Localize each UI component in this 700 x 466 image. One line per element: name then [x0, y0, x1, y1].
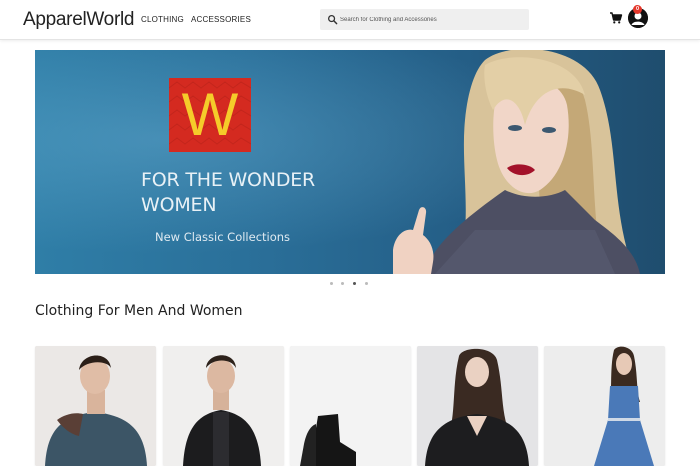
carousel-dot-active[interactable] [353, 282, 356, 285]
search-input[interactable] [340, 12, 524, 27]
nav-accessories[interactable]: ACCESSORIES [191, 15, 251, 24]
cart-count-badge: 0 [633, 5, 642, 14]
men-jacket-image [163, 346, 284, 466]
carousel-dot[interactable] [330, 282, 333, 285]
women-denim-dress-image [544, 346, 665, 466]
nav-clothing[interactable]: CLOTHING [141, 15, 184, 24]
hero-banner[interactable]: W FOR THE WONDER WOMEN New Classic Colle… [35, 50, 665, 274]
section-title: Clothing For Men And Women [35, 303, 243, 319]
shopping-cart-icon[interactable] [609, 11, 623, 25]
carousel-dot[interactable] [341, 282, 344, 285]
banner-title: FOR THE WONDER WOMEN [141, 169, 316, 216]
search-bar[interactable] [320, 9, 529, 30]
product-card-men-jacket[interactable] [163, 346, 284, 466]
wonder-w-logo: W [169, 78, 251, 152]
product-card-women-leather-jacket[interactable] [417, 346, 538, 466]
men-sweater-image [35, 346, 156, 466]
product-card-women-denim-dress[interactable] [544, 346, 665, 466]
search-icon[interactable] [327, 14, 338, 25]
product-card-boots[interactable] [290, 346, 411, 466]
women-leather-jacket-image [417, 346, 538, 466]
banner-model-image [393, 50, 640, 274]
carousel-dot[interactable] [365, 282, 368, 285]
top-navbar: ApparelWorld CLOTHING ACCESSORIES 0 [0, 0, 700, 40]
product-card-men-sweater[interactable] [35, 346, 156, 466]
black-boots-image [290, 346, 411, 466]
site-logo[interactable]: ApparelWorld [23, 9, 134, 31]
w-logo-letter: W [181, 81, 239, 148]
banner-subtitle: New Classic Collections [155, 230, 291, 244]
